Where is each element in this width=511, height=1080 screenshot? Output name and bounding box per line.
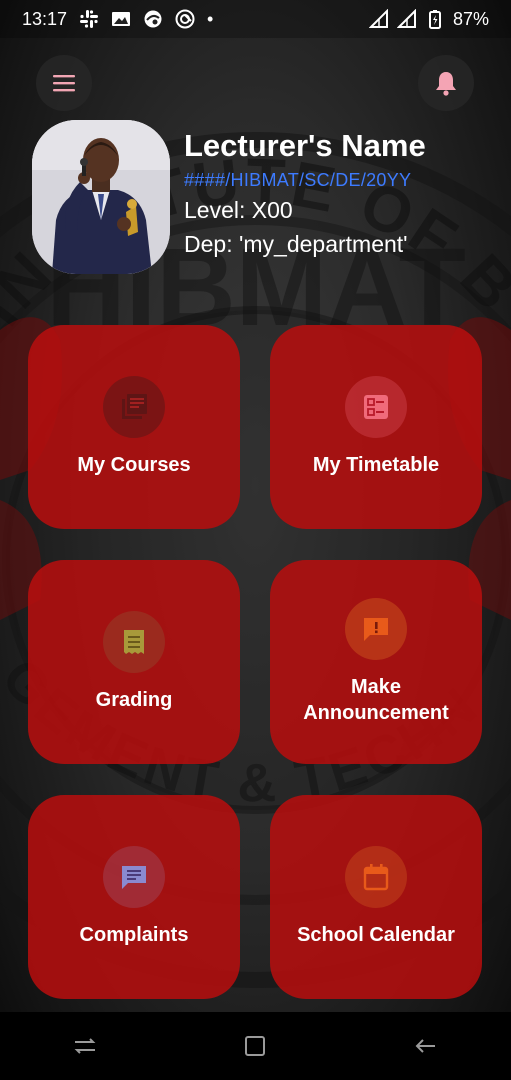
- lecturer-photo: [32, 120, 170, 274]
- system-nav-bar: [0, 1012, 511, 1080]
- home-button[interactable]: [225, 1021, 285, 1071]
- battery-percent: 87%: [452, 8, 489, 29]
- my-timetable-icon-circle: [345, 376, 407, 438]
- lecturer-level: Level: X00: [184, 197, 293, 223]
- library-books-icon: [122, 394, 147, 419]
- grading-label: Grading: [95, 689, 173, 711]
- complaints-label: Complaints: [79, 924, 189, 946]
- my-courses-label: My Courses: [77, 454, 191, 476]
- calendar-icon: [363, 864, 389, 891]
- menu-button[interactable]: [36, 55, 92, 111]
- hamburger-icon: [53, 75, 75, 92]
- school-calendar-label: School Calendar: [297, 924, 455, 946]
- checklist-icon: [364, 395, 388, 419]
- complaints-icon-circle: [103, 846, 165, 908]
- my-timetable-label: My Timetable: [312, 454, 440, 476]
- signal-icon: [368, 9, 388, 28]
- browser-app-icon: [175, 9, 195, 29]
- home-square-icon: [245, 1036, 266, 1056]
- make-announcement-label: Make Announcement: [303, 676, 449, 724]
- slack-icon: [80, 10, 99, 28]
- my-timetable-tile[interactable]: My Timetable: [270, 325, 482, 529]
- recents-icon: [74, 1038, 96, 1054]
- profile-info: Lecturer's Name ####/HIBMAT/SC/DE/20YY L…: [184, 126, 426, 260]
- my-courses-icon-circle: [103, 376, 165, 438]
- bell-icon: [436, 72, 456, 96]
- message-icon: [122, 866, 146, 889]
- image-icon: [112, 12, 131, 26]
- grading-tile[interactable]: Grading: [28, 560, 240, 764]
- announcement-icon: [364, 618, 388, 641]
- app-screen: INSTITUTE OF BU GEMENT & TECHN HIBMAT 13…: [0, 0, 511, 1080]
- notifications-button[interactable]: [418, 55, 474, 111]
- complaints-tile[interactable]: Complaints: [28, 795, 240, 999]
- recents-button[interactable]: [55, 1021, 115, 1071]
- receipt-icon: [124, 630, 144, 654]
- status-notification-dot: •: [207, 8, 214, 29]
- lecturer-name: Lecturer's Name: [184, 128, 426, 163]
- make-announcement-tile[interactable]: Make Announcement: [270, 560, 482, 764]
- school-calendar-tile[interactable]: School Calendar: [270, 795, 482, 999]
- signal-icon-2: [396, 9, 416, 28]
- my-courses-tile[interactable]: My Courses: [28, 325, 240, 529]
- registration-number: ####/HIBMAT/SC/DE/20YY: [184, 170, 412, 190]
- back-button[interactable]: [396, 1021, 456, 1071]
- back-arrow-icon: [415, 1039, 435, 1053]
- lecturer-avatar: [32, 120, 170, 274]
- status-time: 13:17: [22, 8, 68, 29]
- school-calendar-icon-circle: [345, 846, 407, 908]
- sync-app-icon: [144, 10, 162, 28]
- lecturer-department: Dep: 'my_department': [184, 231, 408, 257]
- make-announcement-icon-circle: [345, 598, 407, 660]
- status-bar: 13:17 • 87%: [0, 0, 511, 38]
- grading-icon-circle: [103, 611, 165, 673]
- battery-charging-icon: [428, 10, 441, 29]
